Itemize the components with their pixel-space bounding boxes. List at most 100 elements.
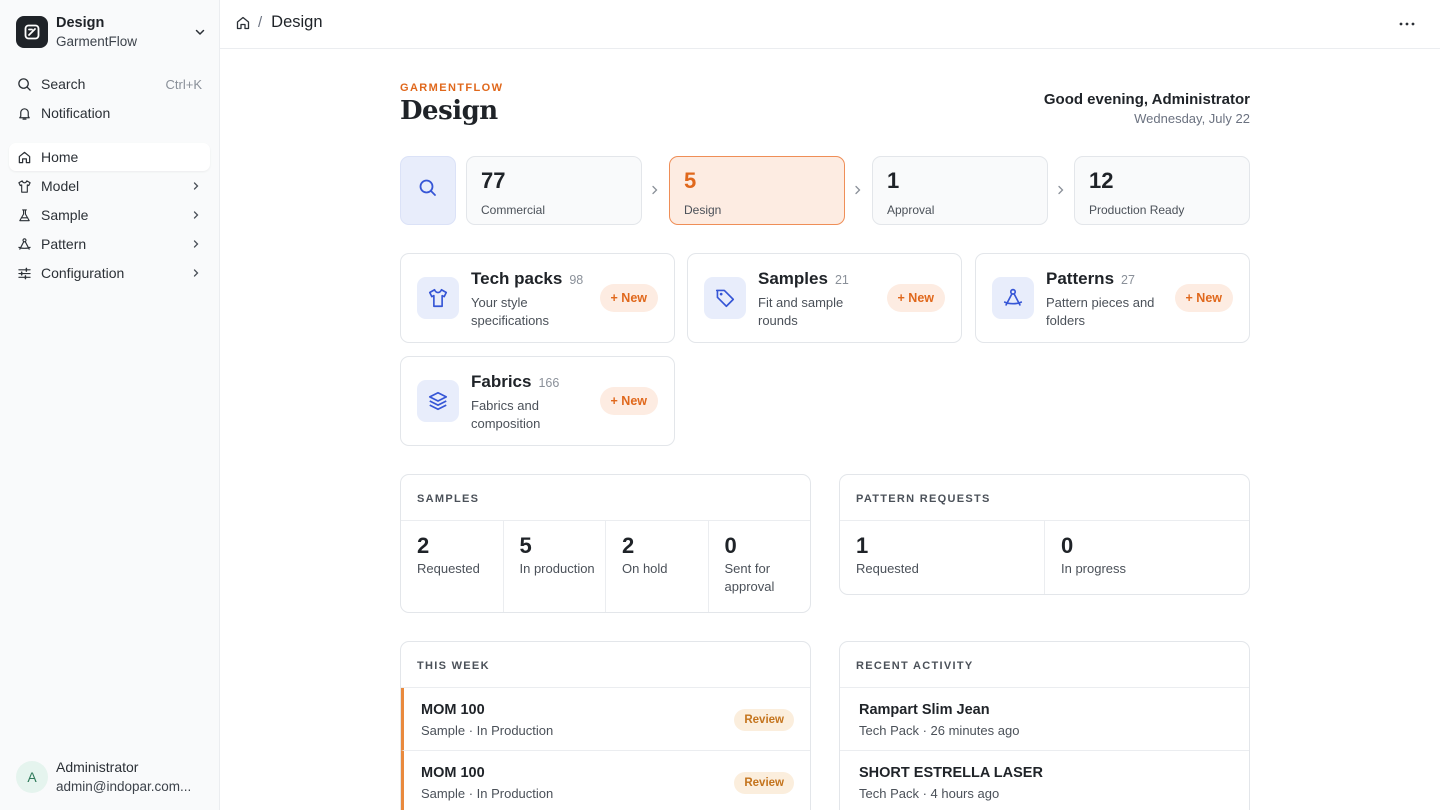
status-badge: Review <box>734 772 794 794</box>
tag-icon <box>704 277 746 319</box>
list-item-subtitle: Sample · In Production <box>421 723 554 738</box>
pipeline-stage-commercial[interactable]: 77 Commercial <box>466 156 642 225</box>
user-menu[interactable]: A Administrator admin@indopar.com... <box>16 757 208 797</box>
sidebar: Design GarmentFlow Search Ctrl+K Notific… <box>0 0 220 810</box>
pipeline-stage-design[interactable]: 5 Design <box>669 156 845 225</box>
sidebar-item-label: Sample <box>41 207 89 223</box>
module-card-samples[interactable]: Samples 21 Fit and sample rounds + New <box>687 253 962 343</box>
stat-in-production[interactable]: 5 In production <box>504 521 606 612</box>
breadcrumb-current: Design <box>271 13 323 31</box>
new-fabric-button[interactable]: + New <box>599 387 658 415</box>
stat-value: 5 <box>519 533 532 558</box>
list-item-title: SHORT ESTRELLA LASER <box>859 765 1043 781</box>
stat-value: 0 <box>1061 533 1074 558</box>
sidebar-item-label: Pattern <box>41 236 87 252</box>
page-title: Design <box>400 96 498 126</box>
user-email: admin@indopar.com... <box>56 779 192 794</box>
stage-count: 77 <box>481 168 506 193</box>
stat-sent-for-approval[interactable]: 0 Sent for approval <box>709 521 811 612</box>
sidebar-notification[interactable]: Notification <box>9 99 210 127</box>
module-card-fabrics[interactable]: Fabrics 166 Fabrics and composition + New <box>400 356 675 446</box>
list-item-subtitle: Sample · In Production <box>421 786 554 801</box>
chevron-right-icon <box>189 266 203 280</box>
stage-label: Commercial <box>481 203 546 217</box>
chevron-right-icon <box>189 237 203 251</box>
shirt-icon <box>417 277 459 319</box>
stage-label: Design <box>684 203 722 217</box>
stat-label: Requested <box>417 561 480 576</box>
sidebar-item-model[interactable]: Model <box>9 172 210 200</box>
list-item[interactable]: MOM 100 Sample · In Production Review <box>401 688 810 751</box>
search-shortcut: Ctrl+K <box>165 76 202 92</box>
list-item-title: MOM 100 <box>421 765 485 781</box>
module-description: Fabrics and composition <box>471 398 541 431</box>
stat-in-progress[interactable]: 0 In progress <box>1045 521 1249 594</box>
module-card-patterns[interactable]: Patterns 27 Pattern pieces and folders + … <box>975 253 1250 343</box>
greeting-text: Good evening, Administrator <box>1043 91 1250 108</box>
stage-count: 1 <box>887 168 900 193</box>
search-icon <box>16 76 32 92</box>
chevron-down-icon <box>192 24 208 40</box>
module-title: Samples <box>758 269 828 288</box>
list-item[interactable]: MOM 100 Sample · In Production Review <box>401 751 810 810</box>
page-eyebrow: GARMENTFLOW <box>400 82 504 94</box>
avatar: A <box>16 761 48 793</box>
stat-label: In progress <box>1061 561 1127 576</box>
module-count: 27 <box>1121 273 1135 287</box>
list-item-subtitle: Tech Pack · 4 hours ago <box>859 786 1000 801</box>
stat-requested[interactable]: 1 Requested <box>840 521 1045 594</box>
module-description: Fit and sample rounds <box>758 295 844 328</box>
chevron-right-icon <box>189 179 203 193</box>
layers-icon <box>417 380 459 422</box>
stage-label: Production Ready <box>1089 203 1185 217</box>
module-description: Your style specifications <box>471 295 550 328</box>
pipeline-search-button[interactable] <box>400 156 456 225</box>
stat-on-hold[interactable]: 2 On hold <box>606 521 709 612</box>
more-options-icon[interactable] <box>1398 15 1416 33</box>
stat-value: 2 <box>622 533 635 558</box>
workspace-logo-icon <box>16 16 48 48</box>
compass-icon <box>992 277 1034 319</box>
new-pattern-button[interactable]: + New <box>1174 284 1233 312</box>
module-count: 166 <box>538 376 560 390</box>
stage-label: Approval <box>887 203 935 217</box>
new-tech-pack-button[interactable]: + New <box>599 284 658 312</box>
workspace-switcher[interactable]: Design GarmentFlow <box>16 12 208 52</box>
sidebar-item-home[interactable]: Home <box>9 143 210 171</box>
breadcrumb-separator: / <box>258 14 263 31</box>
greeting: Good evening, Administrator Wednesday, J… <box>1044 90 1250 126</box>
this-week-panel: THIS WEEK MOM 100 Sample · In Production… <box>400 641 811 810</box>
module-description: Pattern pieces and folders <box>1046 295 1155 328</box>
sidebar-item-label: Model <box>41 178 80 194</box>
list-item[interactable]: SHORT ESTRELLA LASER Tech Pack · 4 hours… <box>840 751 1249 810</box>
stage-count: 12 <box>1089 168 1114 193</box>
sidebar-search[interactable]: Search Ctrl+K <box>9 70 210 98</box>
pipeline-stage-production-ready[interactable]: 12 Production Ready <box>1074 156 1250 225</box>
new-sample-button[interactable]: + New <box>886 284 945 312</box>
shirt-icon <box>16 178 32 194</box>
list-item[interactable]: Rampart Slim Jean Tech Pack · 26 minutes… <box>840 688 1249 751</box>
sidebar-item-configuration[interactable]: Configuration <box>9 259 210 287</box>
list-item-subtitle: Tech Pack · 26 minutes ago <box>859 723 1020 738</box>
stat-label: Sent for approval <box>724 561 775 594</box>
chevron-right-icon <box>1056 183 1066 197</box>
module-card-tech-packs[interactable]: Tech packs 98 Your style specifications +… <box>400 253 675 343</box>
sidebar-search-label: Search <box>41 76 86 92</box>
greeting-date: Wednesday, July 22 <box>1134 111 1250 126</box>
module-title: Tech packs <box>471 269 563 288</box>
sidebar-item-label: Home <box>41 149 79 165</box>
stat-value: 2 <box>417 533 430 558</box>
sidebar-item-pattern[interactable]: Pattern <box>9 230 210 258</box>
sidebar-item-label: Configuration <box>41 265 125 281</box>
recent-activity-panel: RECENT ACTIVITY Rampart Slim Jean Tech P… <box>839 641 1250 810</box>
breadcrumb: / Design <box>235 13 323 32</box>
workspace-subtitle: GarmentFlow <box>56 33 138 49</box>
bell-icon <box>16 105 32 121</box>
pipeline-stage-approval[interactable]: 1 Approval <box>872 156 1048 225</box>
home-icon[interactable] <box>235 15 251 31</box>
sidebar-item-sample[interactable]: Sample <box>9 201 210 229</box>
stat-value: 0 <box>724 533 737 558</box>
panel-title: THIS WEEK <box>401 642 810 688</box>
module-title: Patterns <box>1046 269 1115 288</box>
stat-requested[interactable]: 2 Requested <box>401 521 504 612</box>
